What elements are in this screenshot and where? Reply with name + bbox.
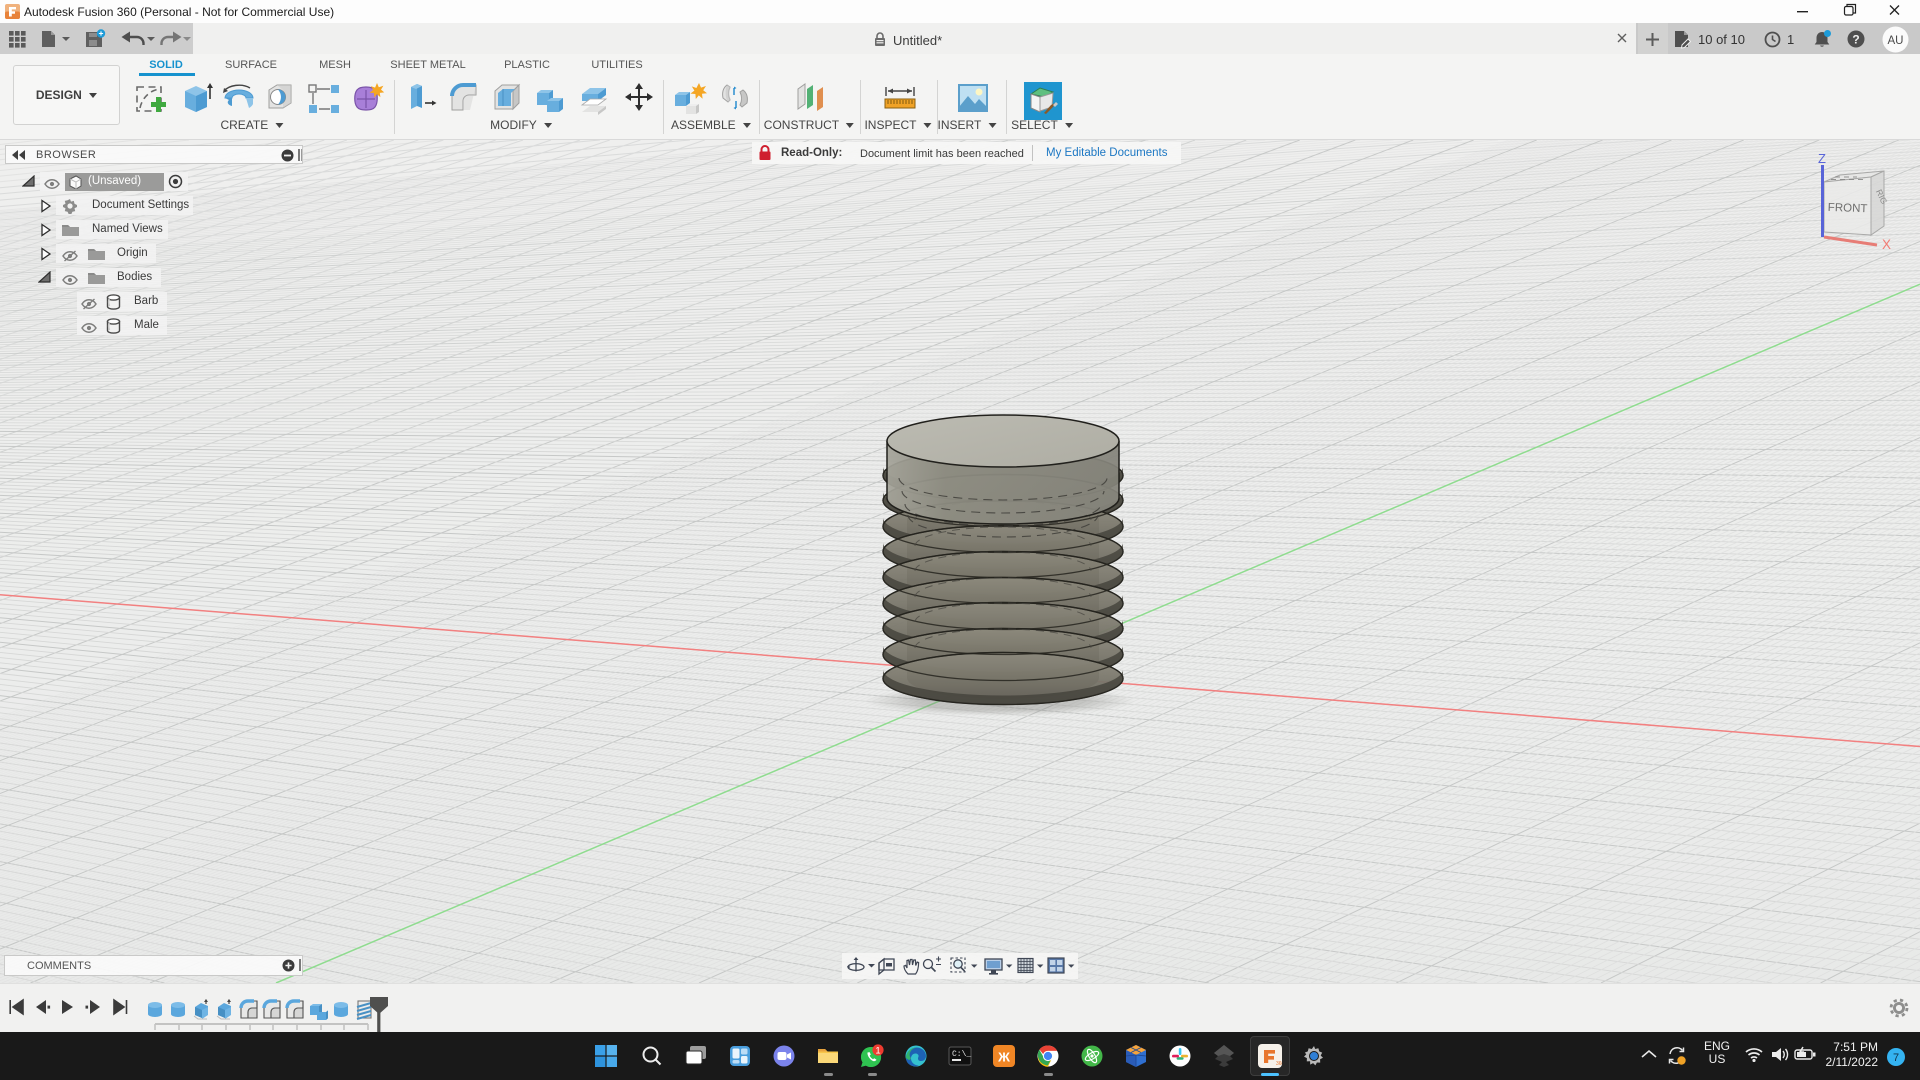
svg-text:?: ?	[1852, 33, 1859, 47]
svg-text:AU: AU	[1888, 35, 1904, 47]
svg-text:7: 7	[1893, 1052, 1899, 1064]
svg-text:360: 360	[1276, 1061, 1282, 1067]
svg-text:Ж: Ж	[997, 1050, 1010, 1065]
svg-text:C:\_: C:\_	[952, 1050, 971, 1059]
svg-text:X: X	[1882, 237, 1891, 252]
svg-text:Z: Z	[1818, 151, 1826, 166]
svg-text:FRONT: FRONT	[1828, 202, 1868, 215]
svg-text:1: 1	[875, 1046, 880, 1057]
